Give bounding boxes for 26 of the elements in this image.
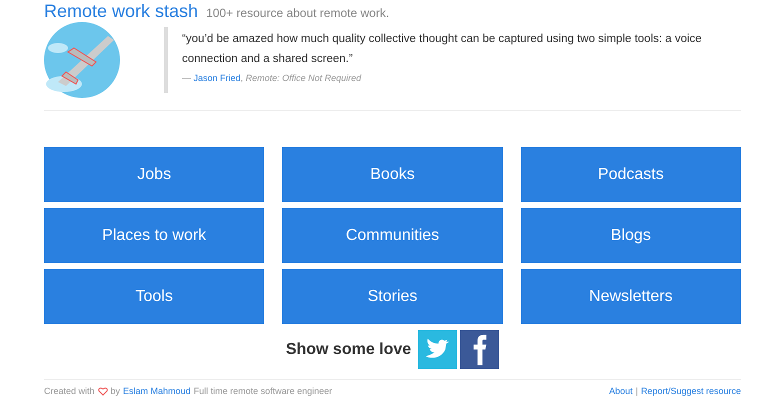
category-button[interactable]: Podcasts (520, 147, 741, 202)
category-button[interactable]: Places to work (44, 208, 264, 263)
footer-tagline: Full time remote software engineer (194, 386, 332, 396)
quote-dash: — (182, 73, 192, 83)
category-button[interactable]: Communities (282, 208, 503, 263)
author-link[interactable]: Jason Fried (194, 73, 241, 83)
link-separator: | (636, 386, 638, 396)
footer-created: Created with (44, 386, 95, 396)
heart-icon (98, 386, 108, 396)
category-button[interactable]: Tools (44, 269, 264, 324)
quote-source: Remote: Office Not Required (246, 73, 362, 83)
facebook-button[interactable] (460, 330, 500, 369)
category-button[interactable]: Stories (282, 269, 503, 324)
quote-text: “you’d be amazed how much quality collective thought can be captured using two simple tools: a voice connection and a shared screen.” (182, 32, 703, 67)
category-button[interactable]: Blogs (520, 208, 741, 263)
category-button[interactable]: Books (282, 147, 503, 202)
share-label: Show some love (286, 340, 412, 358)
footer-by: by (110, 386, 120, 396)
category-button[interactable]: Newsletters (520, 269, 741, 324)
site-subtitle: 100+ resource about remote work. (206, 6, 390, 20)
quote-comma: , (240, 73, 244, 83)
site-title: Remote work stash (44, 2, 198, 20)
footer-link[interactable]: About (609, 386, 633, 396)
footer-link[interactable]: Report/Suggest resource (640, 386, 741, 396)
category-button[interactable]: Jobs (44, 147, 264, 202)
author-link[interactable]: Eslam Mahmoud (123, 386, 191, 396)
